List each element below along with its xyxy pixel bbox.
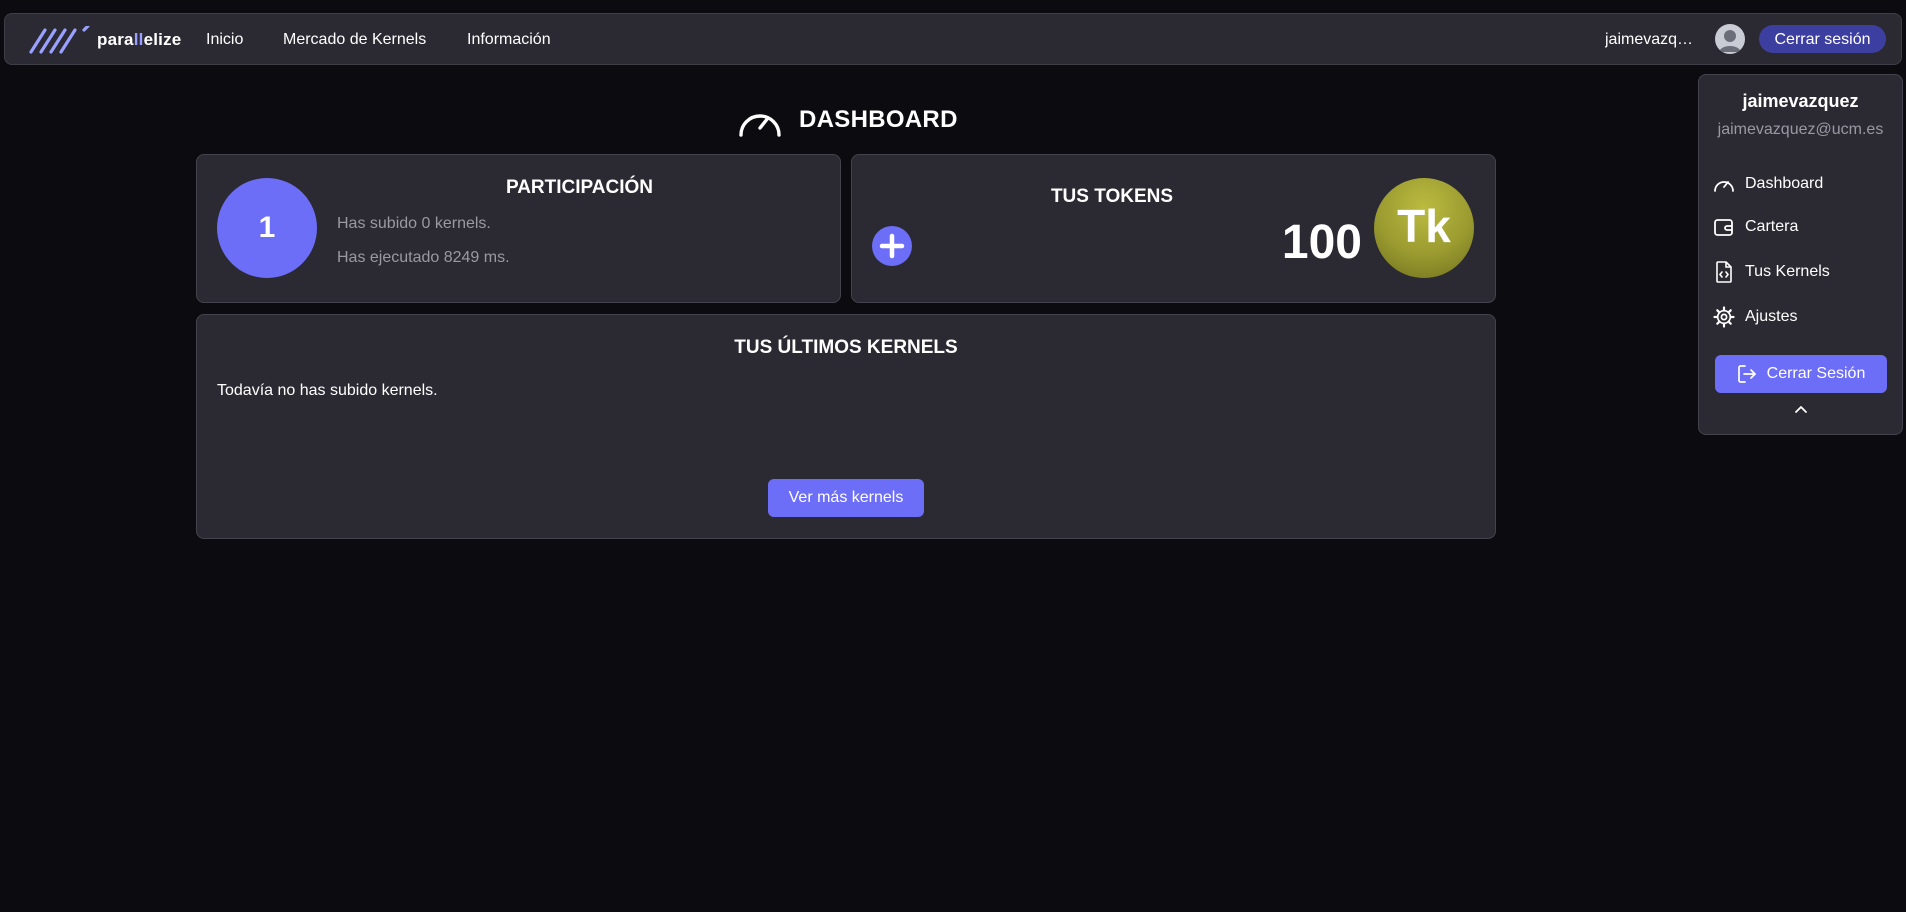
top-navbar: parallelize Inicio Mercado de Kernels In… — [4, 13, 1902, 65]
no-kernels-message: Todavía no has subido kernels. — [217, 382, 438, 399]
dropdown-item-label: Cartera — [1745, 218, 1799, 235]
speedometer-icon — [1713, 173, 1735, 195]
tokens-heading: TUS TOKENS — [1050, 186, 1174, 207]
chevron-up-icon — [1795, 406, 1807, 413]
participation-heading: PARTICIPACIÓN — [505, 177, 654, 198]
participation-count-badge: 1 — [217, 178, 317, 278]
gear-icon — [1713, 306, 1735, 328]
logo-stripes-icon — [29, 26, 90, 54]
latest-kernels-card: TUS ÚLTIMOS KERNELS Todavía no has subid… — [196, 314, 1496, 539]
user-dropdown-menu: jaimevazquez jaimevazquez@ucm.es Dashboa… — [1698, 74, 1903, 435]
code-file-icon — [1713, 261, 1735, 283]
page-title-text: DASHBOARD — [799, 106, 958, 133]
dropdown-logout-button[interactable]: Cerrar Sesión — [1715, 355, 1887, 393]
logo-text: parallelize — [97, 30, 182, 49]
nav-link-inicio[interactable]: Inicio — [206, 30, 243, 50]
dropdown-username: jaimevazquez — [1742, 91, 1859, 111]
navbar-logout-button[interactable]: Cerrar sesión — [1759, 25, 1886, 53]
dropdown-item-cartera[interactable]: Cartera — [1713, 214, 1891, 240]
see-more-kernels-button[interactable]: Ver más kernels — [768, 479, 924, 517]
uploaded-kernels-text: Has subido 0 kernels. — [337, 215, 491, 232]
logout-icon — [1737, 364, 1757, 384]
nav-link-mercado-de-kernels[interactable]: Mercado de Kernels — [283, 30, 426, 50]
dropdown-item-label: Dashboard — [1745, 175, 1824, 192]
nav-username[interactable]: jaimevazquez — [1605, 30, 1695, 50]
dropdown-logout-label: Cerrar Sesión — [1766, 365, 1866, 382]
dropdown-item-tus-kernels[interactable]: Tus Kernels — [1713, 259, 1891, 285]
participation-card: PARTICIPACIÓN 1 Has subido 0 kernels. Ha… — [196, 154, 841, 303]
add-tokens-button[interactable] — [872, 226, 912, 266]
wallet-icon — [1713, 216, 1735, 238]
plus-icon — [879, 233, 905, 259]
tokens-card: TUS TOKENS 100 Tk — [851, 154, 1496, 303]
logo[interactable]: parallelize — [29, 26, 181, 54]
speedometer-icon — [739, 114, 781, 137]
user-icon — [1719, 30, 1741, 52]
dropdown-item-ajustes[interactable]: Ajustes — [1713, 304, 1891, 330]
page-title: DASHBOARD — [737, 100, 958, 140]
dropdown-item-dashboard[interactable]: Dashboard — [1713, 171, 1891, 197]
avatar[interactable] — [1715, 24, 1745, 54]
latest-kernels-heading: TUS ÚLTIMOS KERNELS — [734, 337, 958, 358]
nav-link-informacion[interactable]: Información — [467, 30, 551, 50]
executed-time-text: Has ejecutado 8249 ms. — [337, 249, 510, 266]
token-balance: 100 — [1281, 216, 1362, 269]
token-coin: Tk — [1374, 178, 1474, 278]
dropdown-item-label: Tus Kernels — [1745, 263, 1830, 280]
dropdown-email: jaimevazquez@ucm.es — [1717, 121, 1884, 138]
collapse-dropdown-button[interactable] — [1789, 399, 1813, 419]
dropdown-item-label: Ajustes — [1745, 308, 1798, 325]
